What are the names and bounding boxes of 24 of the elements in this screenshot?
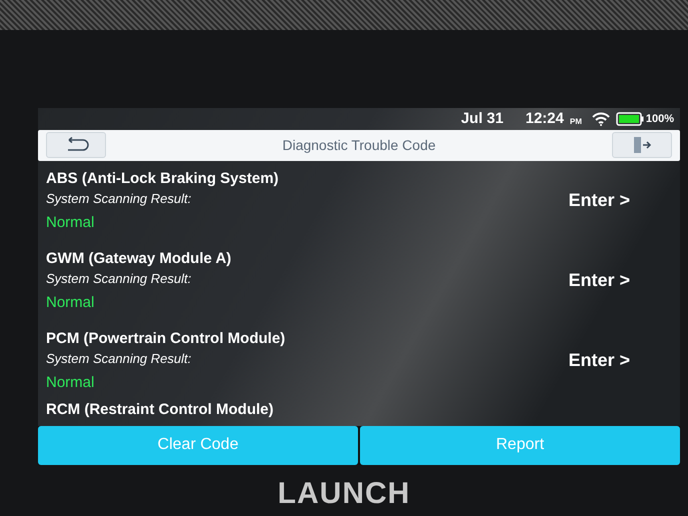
enter-button[interactable]: Enter > — [568, 350, 630, 372]
system-name: RCM (Restraint Control Module) — [46, 400, 274, 418]
battery-percent: 100% — [646, 112, 674, 125]
back-button[interactable] — [46, 132, 106, 158]
system-name: ABS (Anti-Lock Braking System) — [46, 170, 279, 188]
scan-result-label: System Scanning Result: — [46, 191, 192, 206]
page-title: Diagnostic Trouble Code — [282, 137, 436, 154]
wifi-icon — [592, 112, 610, 126]
exit-button[interactable] — [612, 132, 672, 158]
status-time: 12:24 — [525, 110, 564, 128]
scan-result-label: System Scanning Result: — [46, 351, 192, 366]
battery-icon — [616, 112, 644, 126]
enter-button[interactable]: Enter > — [568, 270, 630, 292]
scan-result-label: System Scanning Result: — [46, 271, 192, 286]
scan-result: Normal — [46, 294, 96, 312]
scan-result: Normal — [46, 214, 96, 232]
scan-result: Normal — [46, 374, 96, 392]
system-name: PCM (Powertrain Control Module) — [46, 330, 286, 348]
enter-button[interactable]: Enter > — [568, 190, 630, 212]
exit-icon — [632, 136, 652, 154]
system-name: GWM (Gateway Module A) — [46, 250, 232, 268]
status-date: Jul 31 — [460, 110, 504, 128]
status-meridiem: PM — [570, 116, 582, 126]
brand-label: LAUNCH — [276, 477, 412, 511]
